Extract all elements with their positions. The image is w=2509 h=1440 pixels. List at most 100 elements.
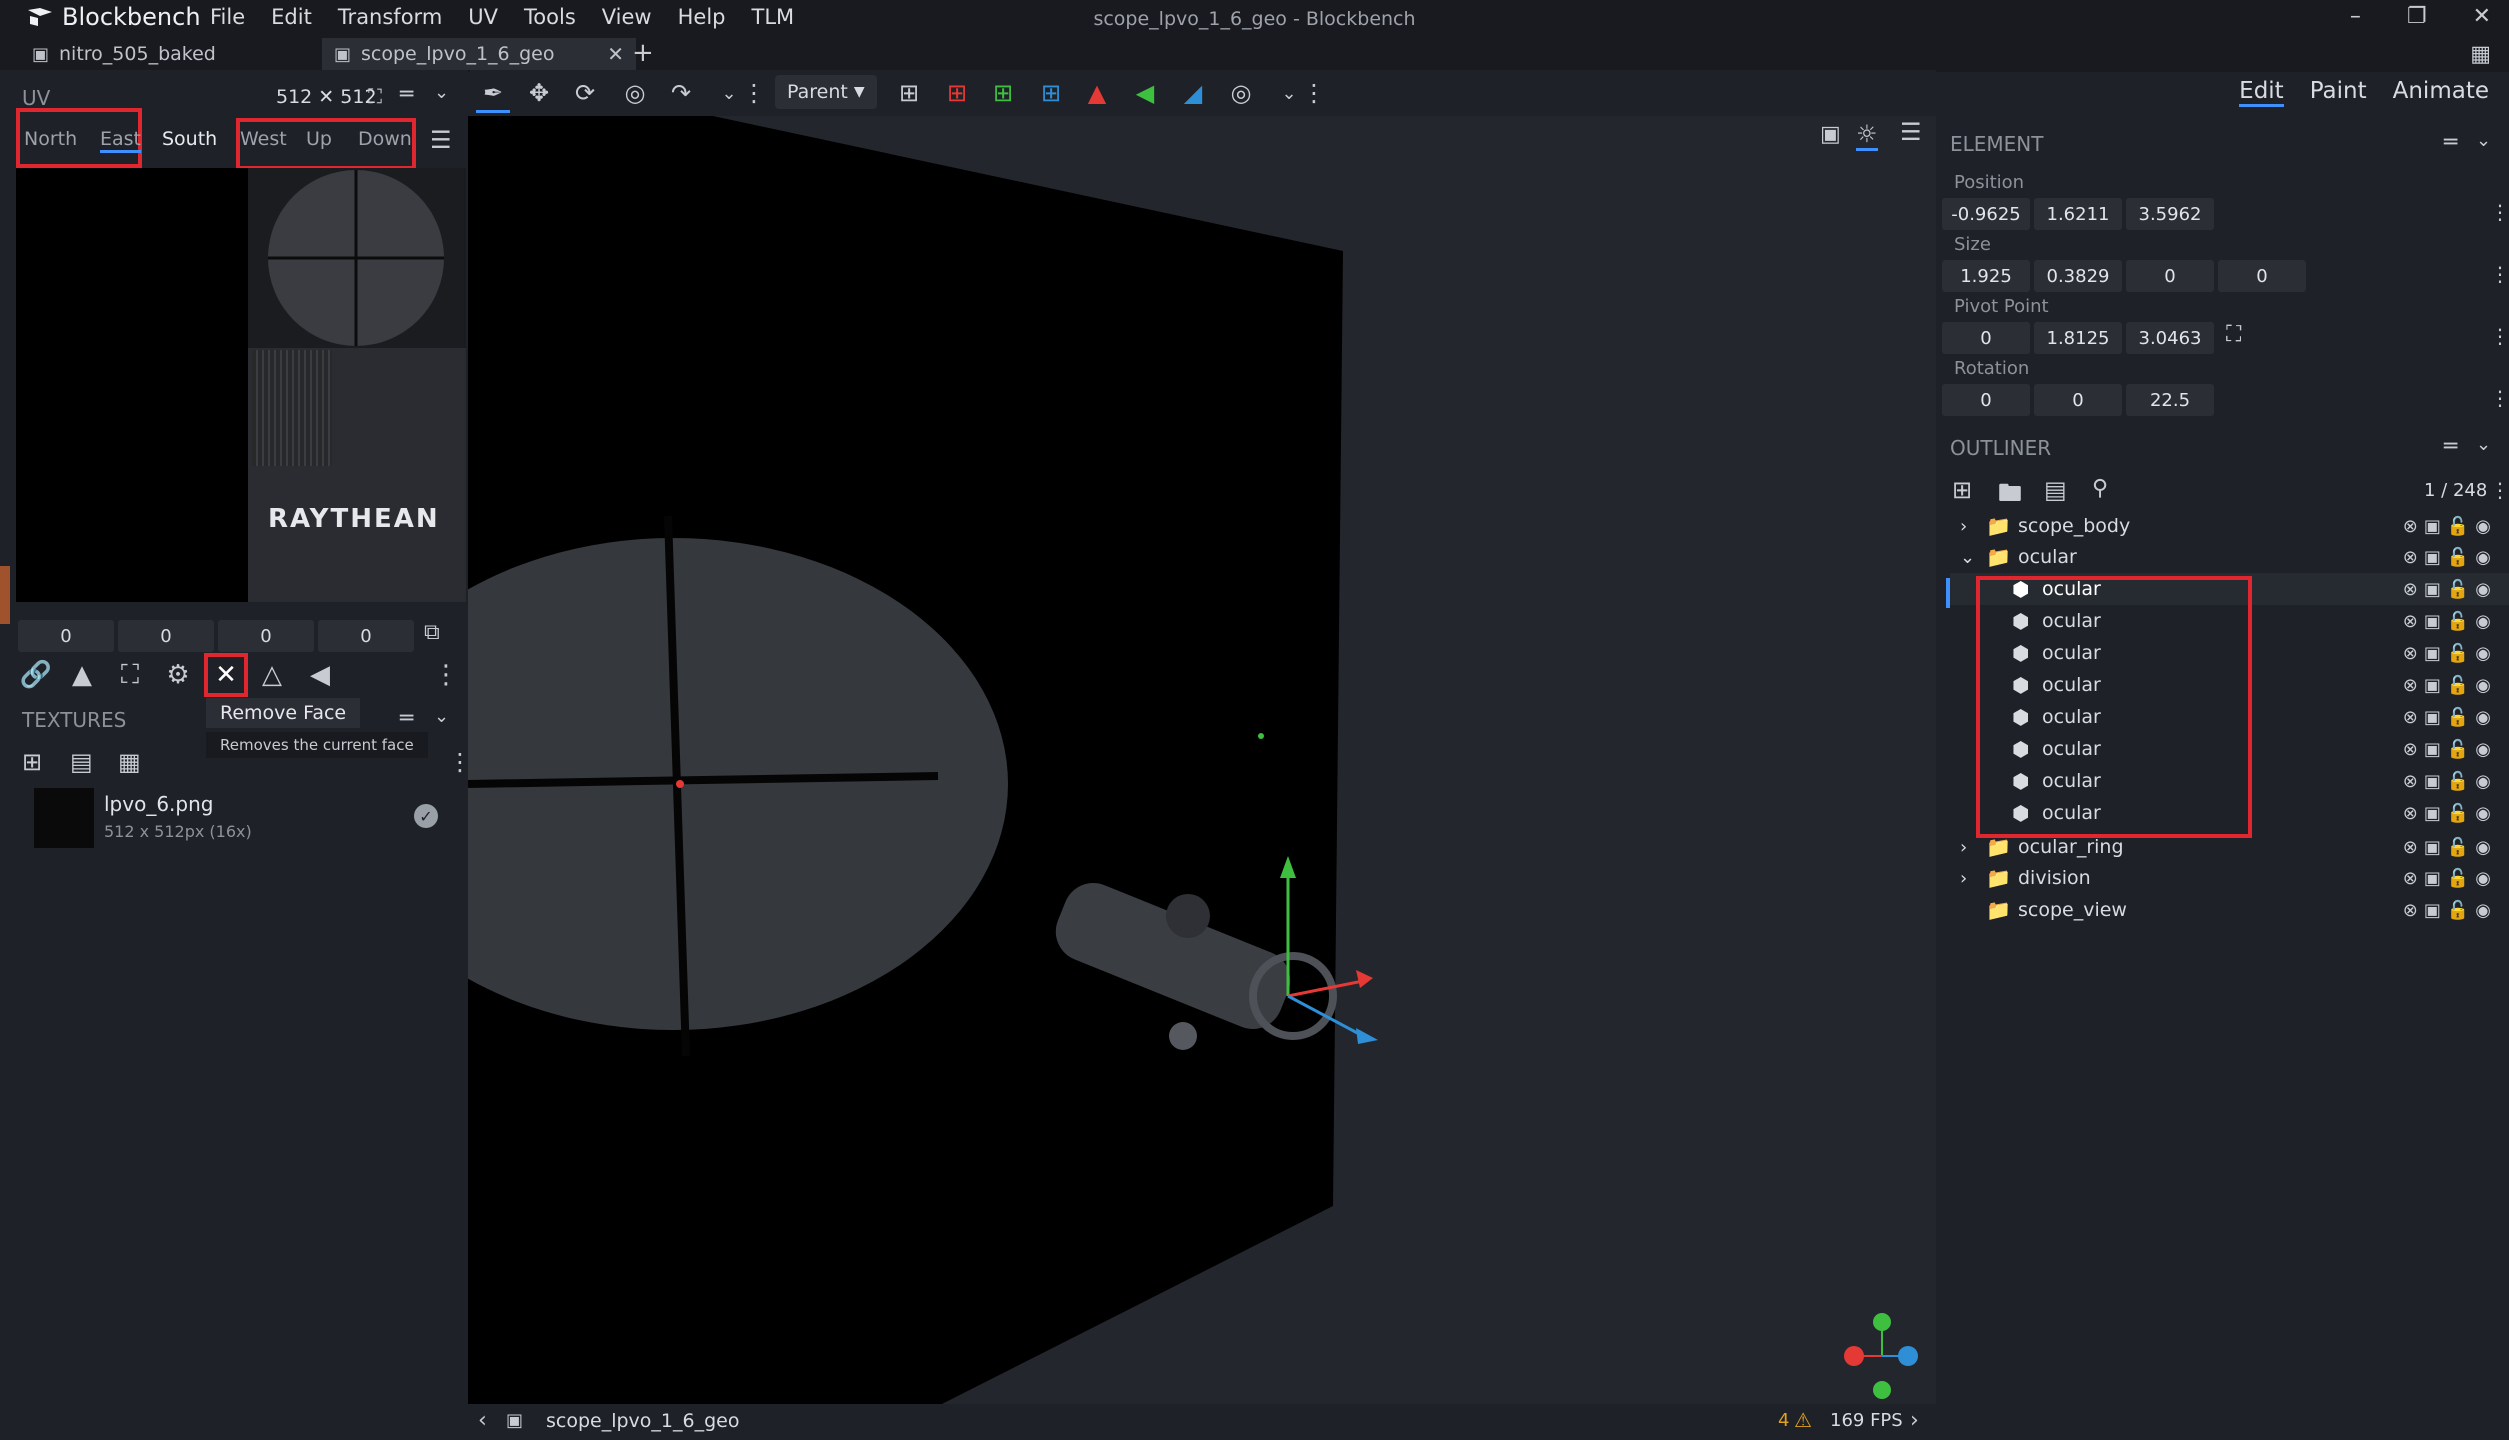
inflate-field[interactable]: 0 [2218, 260, 2306, 292]
export-toggle-icon[interactable]: ⊗ [2403, 547, 2418, 568]
texture-thumbnail[interactable] [34, 788, 94, 848]
uv-editor-canvas[interactable]: RAYTHEAN [16, 168, 466, 602]
face-tab-south[interactable]: South [162, 128, 217, 150]
tab-scope[interactable]: ▣ scope_lpvo_1_6_geo ✕ [322, 38, 636, 70]
face-tab-north[interactable]: North [24, 128, 77, 150]
rotation-x-field[interactable]: 0 [1942, 384, 2030, 416]
lock-icon[interactable]: 🔓 [2447, 868, 2469, 889]
warning-icon[interactable]: ⚠ [1794, 1408, 1812, 1432]
more-options-icon[interactable]: ⋮ [742, 76, 766, 110]
lock-icon[interactable]: 🔓 [2447, 579, 2469, 600]
export-toggle-icon[interactable]: ⊗ [2403, 516, 2418, 537]
export-toggle-icon[interactable]: ⊗ [2403, 900, 2418, 921]
lock-icon[interactable]: 🔓 [2447, 803, 2469, 824]
face-tab-up[interactable]: Up [306, 128, 332, 150]
mirror-x-icon[interactable]: △ [252, 655, 292, 695]
render-toggle-icon[interactable]: ▣ [2424, 868, 2441, 889]
visibility-eye-icon[interactable]: ◉ [2475, 516, 2491, 537]
panel-menu-icon[interactable]: ═ [400, 82, 413, 107]
visibility-eye-icon[interactable]: ◉ [2475, 643, 2491, 664]
chevron-down-icon[interactable]: ⌄ [434, 82, 449, 103]
render-toggle-icon[interactable]: ▣ [2424, 739, 2441, 760]
chevron-down-icon[interactable]: ⌄ [2476, 130, 2491, 151]
chevron-right-icon[interactable]: › [1960, 837, 1967, 858]
visibility-eye-icon[interactable]: ◉ [2475, 675, 2491, 696]
visibility-eye-icon[interactable]: ◉ [2475, 771, 2491, 792]
export-toggle-icon[interactable]: ⊗ [2403, 579, 2418, 600]
visibility-eye-icon[interactable]: ◉ [2475, 547, 2491, 568]
render-toggle-icon[interactable]: ▣ [2424, 803, 2441, 824]
lock-icon[interactable]: 🔓 [2447, 611, 2469, 632]
flip-x-icon[interactable]: ▲ [1080, 76, 1114, 110]
lighting-icon[interactable]: ☼ [1856, 120, 1878, 151]
render-toggle-icon[interactable]: ▣ [2424, 837, 2441, 858]
outliner-group-row[interactable]: 📁 scope_view ⊗ ▣ 🔓 ◉ [1950, 894, 2509, 926]
visibility-eye-icon[interactable]: ◉ [2475, 900, 2491, 921]
link-icon[interactable]: 🔗 [16, 655, 56, 695]
center-x-icon[interactable]: ⊞ [940, 76, 974, 110]
size-y-field[interactable]: 0.3829 [2034, 260, 2122, 292]
texture-selected-check-icon[interactable]: ✓ [414, 804, 438, 828]
warning-count[interactable]: 4 [1778, 1410, 1789, 1431]
mode-paint[interactable]: Paint [2310, 78, 2367, 107]
outliner-group-row[interactable]: › 📁 division ⊗ ▣ 🔓 ◉ [1950, 862, 2509, 894]
export-toggle-icon[interactable]: ⊗ [2403, 803, 2418, 824]
chevron-down-icon[interactable]: ⌄ [1960, 547, 1975, 568]
checklist-icon[interactable]: ☰ [430, 126, 452, 154]
pivot-tool-icon[interactable]: ◎ [618, 76, 652, 110]
chevron-right-icon[interactable]: › [1960, 516, 1967, 537]
center-pivot-icon[interactable]: ◎ [1224, 76, 1258, 110]
uv-value-field[interactable]: 0 [118, 620, 214, 652]
render-toggle-icon[interactable]: ▣ [2424, 707, 2441, 728]
render-toggle-icon[interactable]: ▣ [2424, 771, 2441, 792]
fill-icon[interactable]: ▲ [62, 655, 102, 695]
pivot-x-field[interactable]: 0 [1942, 322, 2030, 354]
create-texture-icon[interactable]: ▤ [70, 748, 93, 776]
texture-atlas-icon[interactable]: ▦ [118, 748, 141, 776]
move-tool-icon[interactable]: ✥ [522, 76, 556, 110]
lock-icon[interactable]: 🔓 [2447, 675, 2469, 696]
face-tab-east[interactable]: East [100, 128, 141, 153]
more-options-icon[interactable]: ⋮ [1302, 76, 1326, 110]
face-tab-west[interactable]: West [240, 128, 287, 150]
lock-icon[interactable]: 🔓 [2447, 900, 2469, 921]
uv-value-field[interactable]: 0 [18, 620, 114, 652]
export-toggle-icon[interactable]: ⊗ [2403, 837, 2418, 858]
visibility-eye-icon[interactable]: ◉ [2475, 579, 2491, 600]
vertex-snap-icon[interactable]: ✒ [476, 76, 510, 113]
outliner-group-row[interactable]: › 📁 scope_body ⊗ ▣ 🔓 ◉ [1950, 510, 2509, 542]
visibility-eye-icon[interactable]: ◉ [2475, 837, 2491, 858]
position-y-field[interactable]: 1.6211 [2034, 198, 2122, 230]
pivot-y-field[interactable]: 1.8125 [2034, 322, 2122, 354]
flip-y-icon[interactable]: ◀ [1128, 76, 1162, 110]
rotate-tool-icon[interactable]: ⟳ [568, 76, 602, 110]
size-z-field[interactable]: 0 [2126, 260, 2214, 292]
chevron-down-icon[interactable]: ⌄ [712, 76, 746, 110]
render-toggle-icon[interactable]: ▣ [2424, 516, 2441, 537]
align-x-icon[interactable]: ⊞ [892, 76, 926, 110]
center-pivot-icon[interactable]: ⛶ [2226, 322, 2241, 347]
render-toggle-icon[interactable]: ▣ [2424, 643, 2441, 664]
visibility-eye-icon[interactable]: ◉ [2475, 868, 2491, 889]
visibility-eye-icon[interactable]: ◉ [2475, 611, 2491, 632]
mode-edit[interactable]: Edit [2239, 78, 2284, 107]
export-toggle-icon[interactable]: ⊗ [2403, 643, 2418, 664]
visibility-eye-icon[interactable]: ◉ [2475, 739, 2491, 760]
panel-menu-icon[interactable]: ═ [400, 706, 413, 731]
rotation-y-field[interactable]: 0 [2034, 384, 2122, 416]
render-toggle-icon[interactable]: ▣ [2424, 675, 2441, 696]
minimize-button[interactable]: – [2350, 4, 2361, 29]
flip-z-icon[interactable]: ◢ [1176, 76, 1210, 110]
grid-layout-icon[interactable]: ▦ [2470, 42, 2491, 67]
lock-icon[interactable]: 🔓 [2447, 837, 2469, 858]
export-toggle-icon[interactable]: ⊗ [2403, 675, 2418, 696]
render-toggle-icon[interactable]: ▣ [2424, 900, 2441, 921]
import-texture-icon[interactable]: ⊞ [22, 748, 42, 776]
visibility-eye-icon[interactable]: ◉ [2475, 803, 2491, 824]
maximize-uv-icon[interactable]: ⛶ [110, 655, 150, 695]
chevron-down-icon[interactable]: ⌄ [1272, 76, 1306, 110]
lock-icon[interactable]: 🔓 [2447, 643, 2469, 664]
restore-button[interactable]: ❐ [2407, 4, 2427, 29]
transform-space-select[interactable]: Parent ▼ [775, 75, 877, 109]
export-toggle-icon[interactable]: ⊗ [2403, 868, 2418, 889]
